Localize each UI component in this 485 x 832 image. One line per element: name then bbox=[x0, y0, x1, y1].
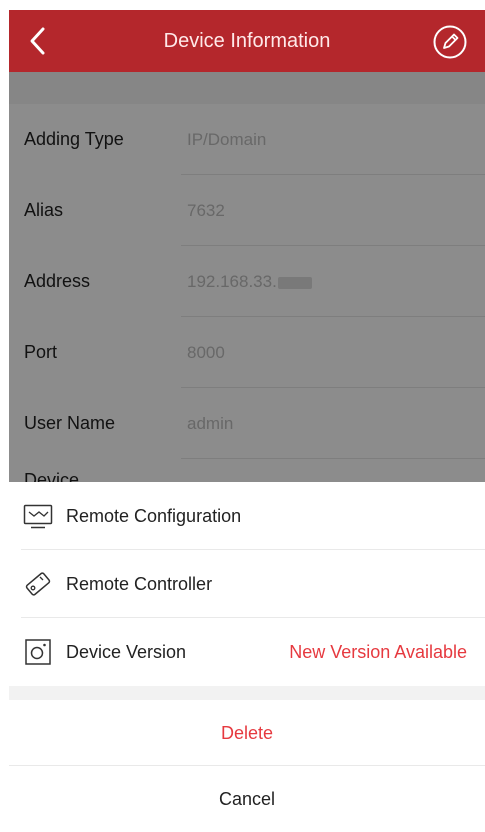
modal-overlay[interactable] bbox=[9, 72, 485, 482]
page-title: Device Information bbox=[163, 30, 331, 52]
remote-configuration-option[interactable]: Remote Configuration bbox=[9, 482, 485, 550]
delete-label: Delete bbox=[220, 723, 274, 743]
edit-button[interactable] bbox=[432, 24, 468, 60]
device-version-option[interactable]: Device Version New Version Available bbox=[9, 618, 485, 686]
cancel-button[interactable]: Cancel bbox=[9, 766, 485, 832]
option-label: Remote Controller bbox=[66, 574, 213, 594]
app-header: Device Information bbox=[9, 10, 485, 72]
remote-control-icon bbox=[25, 572, 51, 596]
monitor-icon bbox=[23, 504, 53, 529]
option-label: Remote Configuration bbox=[66, 506, 242, 526]
option-label: Device Version bbox=[66, 642, 187, 662]
action-sheet: Remote Configuration Remote Controller D… bbox=[9, 482, 485, 832]
delete-button[interactable]: Delete bbox=[9, 700, 485, 766]
cancel-label: Cancel bbox=[218, 789, 276, 809]
device-version-icon bbox=[25, 639, 51, 665]
remote-controller-option[interactable]: Remote Controller bbox=[9, 550, 485, 618]
new-version-badge: New Version Available bbox=[289, 642, 467, 662]
pencil-circle-icon bbox=[433, 25, 467, 59]
